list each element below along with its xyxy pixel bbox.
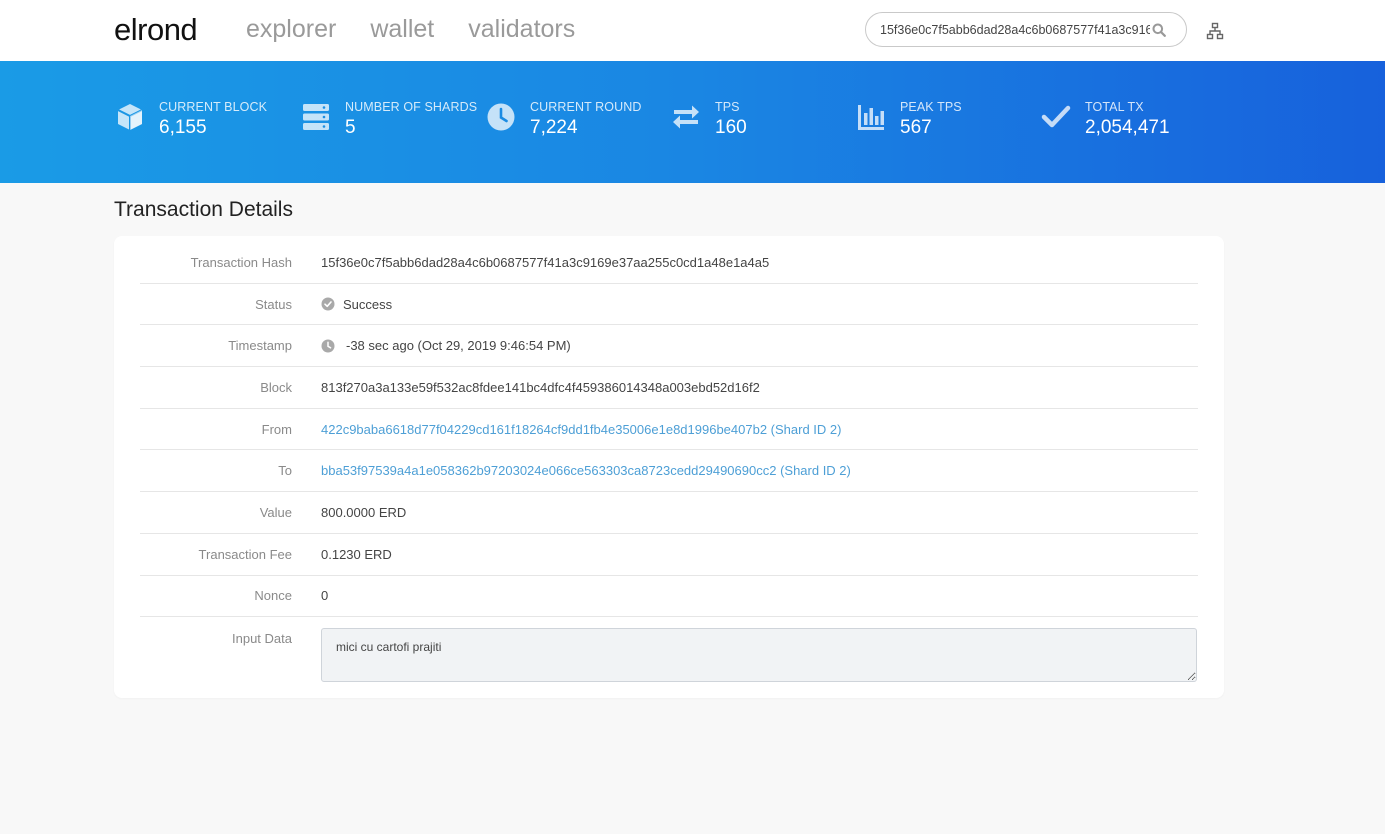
nav-links: explorer wallet validators <box>246 15 575 44</box>
fee-amount: 0.1230 ERD <box>321 546 392 562</box>
row-timestamp: Timestamp -38 sec ago (Oct 29, 2019 9:46… <box>140 325 1198 368</box>
search-icon[interactable] <box>1150 21 1168 39</box>
details-list: Transaction Hash 15f36e0c7f5abb6dad28a4c… <box>140 242 1198 683</box>
row-label: Input Data <box>232 631 292 647</box>
page-title: Transaction Details <box>114 198 293 221</box>
row-transaction-hash: Transaction Hash 15f36e0c7f5abb6dad28a4c… <box>140 242 1198 284</box>
nonce-value: 0 <box>321 588 329 604</box>
status-text: Success <box>343 296 393 312</box>
stat-value: 160 <box>715 117 747 138</box>
input-data-textarea[interactable]: mici cu cartofi prajiti <box>321 628 1197 683</box>
row-label: Status <box>255 296 292 312</box>
row-block: Block 813f270a3a133e59f532ac8fdee141bc4d… <box>140 367 1198 409</box>
stat-value: 567 <box>900 117 932 138</box>
row-label: Transaction Hash <box>190 254 292 270</box>
check-circle-icon <box>321 297 335 311</box>
row-nonce: Nonce 0 <box>140 576 1198 618</box>
clock-icon <box>485 101 517 133</box>
stat-current-round: Current Round 7,224 <box>485 99 642 140</box>
row-label: To <box>278 463 292 479</box>
value-amount: 800.0000 ERD <box>321 504 407 520</box>
stat-value: 5 <box>345 117 356 138</box>
stat-total-tx: Total TX 2,054,471 <box>1040 99 1170 140</box>
transaction-details-card: Transaction Hash 15f36e0c7f5abb6dad28a4c… <box>114 236 1224 698</box>
stat-value: 7,224 <box>530 117 578 138</box>
cube-icon <box>114 101 146 133</box>
stat-label: Peak TPS <box>900 100 962 114</box>
stat-label: TPS <box>715 100 740 114</box>
server-icon <box>300 101 332 133</box>
row-label: From <box>261 421 292 437</box>
stat-label: Current Block <box>159 100 268 114</box>
stat-peak-tps: Peak TPS 567 <box>855 99 962 140</box>
row-label: Nonce <box>254 588 292 604</box>
row-input-data: Input Data mici cu cartofi prajiti <box>140 617 1198 683</box>
row-label: Timestamp <box>228 338 292 354</box>
status-value: Success <box>321 297 392 312</box>
row-label: Block <box>260 379 292 395</box>
check-icon <box>1040 101 1072 133</box>
timestamp-text: -38 sec ago (Oct 29, 2019 9:46:54 PM) <box>346 338 571 354</box>
nav-wallet-link[interactable]: wallet <box>370 15 434 44</box>
stats-banner: Current Block 6,155 Number of Shards 5 C… <box>0 61 1385 183</box>
row-to: To bba53f97539a4a1e058362b97203024e066ce… <box>140 450 1198 493</box>
from-address-link[interactable]: 422c9baba6618d77f04229cd161f18264cf9dd1f… <box>321 422 841 437</box>
stat-current-block: Current Block 6,155 <box>114 99 267 140</box>
stat-number-of-shards: Number of Shards 5 <box>300 99 477 140</box>
navbar: elrond explorer wallet validators <box>0 0 1385 61</box>
stat-tps: TPS 160 <box>670 99 747 140</box>
row-label: Value <box>259 504 292 520</box>
row-status: Status Success <box>140 284 1198 326</box>
block-hash: 813f270a3a133e59f532ac8fdee141bc4dfc4f45… <box>321 379 760 395</box>
row-transaction-fee: Transaction Fee 0.1230 ERD <box>140 534 1198 576</box>
nav-validators-link[interactable]: validators <box>468 15 575 44</box>
search-input[interactable] <box>880 22 1150 37</box>
transaction-hash: 15f36e0c7f5abb6dad28a4c6b0687577f41a3c91… <box>321 254 770 270</box>
row-from: From 422c9baba6618d77f04229cd161f18264cf… <box>140 409 1198 451</box>
stat-label: Total TX <box>1085 100 1144 114</box>
elrond-logo[interactable]: elrond <box>114 12 198 48</box>
timestamp-value: -38 sec ago (Oct 29, 2019 9:46:54 PM) <box>321 338 571 353</box>
stat-value: 2,054,471 <box>1085 117 1170 138</box>
row-value: Value 800.0000 ERD <box>140 492 1198 534</box>
stat-label: Number of Shards <box>345 100 478 114</box>
stat-label: Current Round <box>530 100 642 114</box>
to-address-link[interactable]: bba53f97539a4a1e058362b97203024e066ce563… <box>321 463 851 478</box>
nav-explorer-link[interactable]: explorer <box>246 15 336 44</box>
stat-value: 6,155 <box>159 117 207 138</box>
bar-chart-icon <box>855 101 887 133</box>
row-label: Transaction Fee <box>198 546 292 562</box>
clock-icon <box>321 339 335 353</box>
from-value: 422c9baba6618d77f04229cd161f18264cf9dd1f… <box>321 422 841 437</box>
exchange-icon <box>670 101 702 133</box>
search-box <box>865 12 1187 47</box>
network-icon[interactable] <box>1206 22 1224 40</box>
to-value: bba53f97539a4a1e058362b97203024e066ce563… <box>321 463 851 478</box>
